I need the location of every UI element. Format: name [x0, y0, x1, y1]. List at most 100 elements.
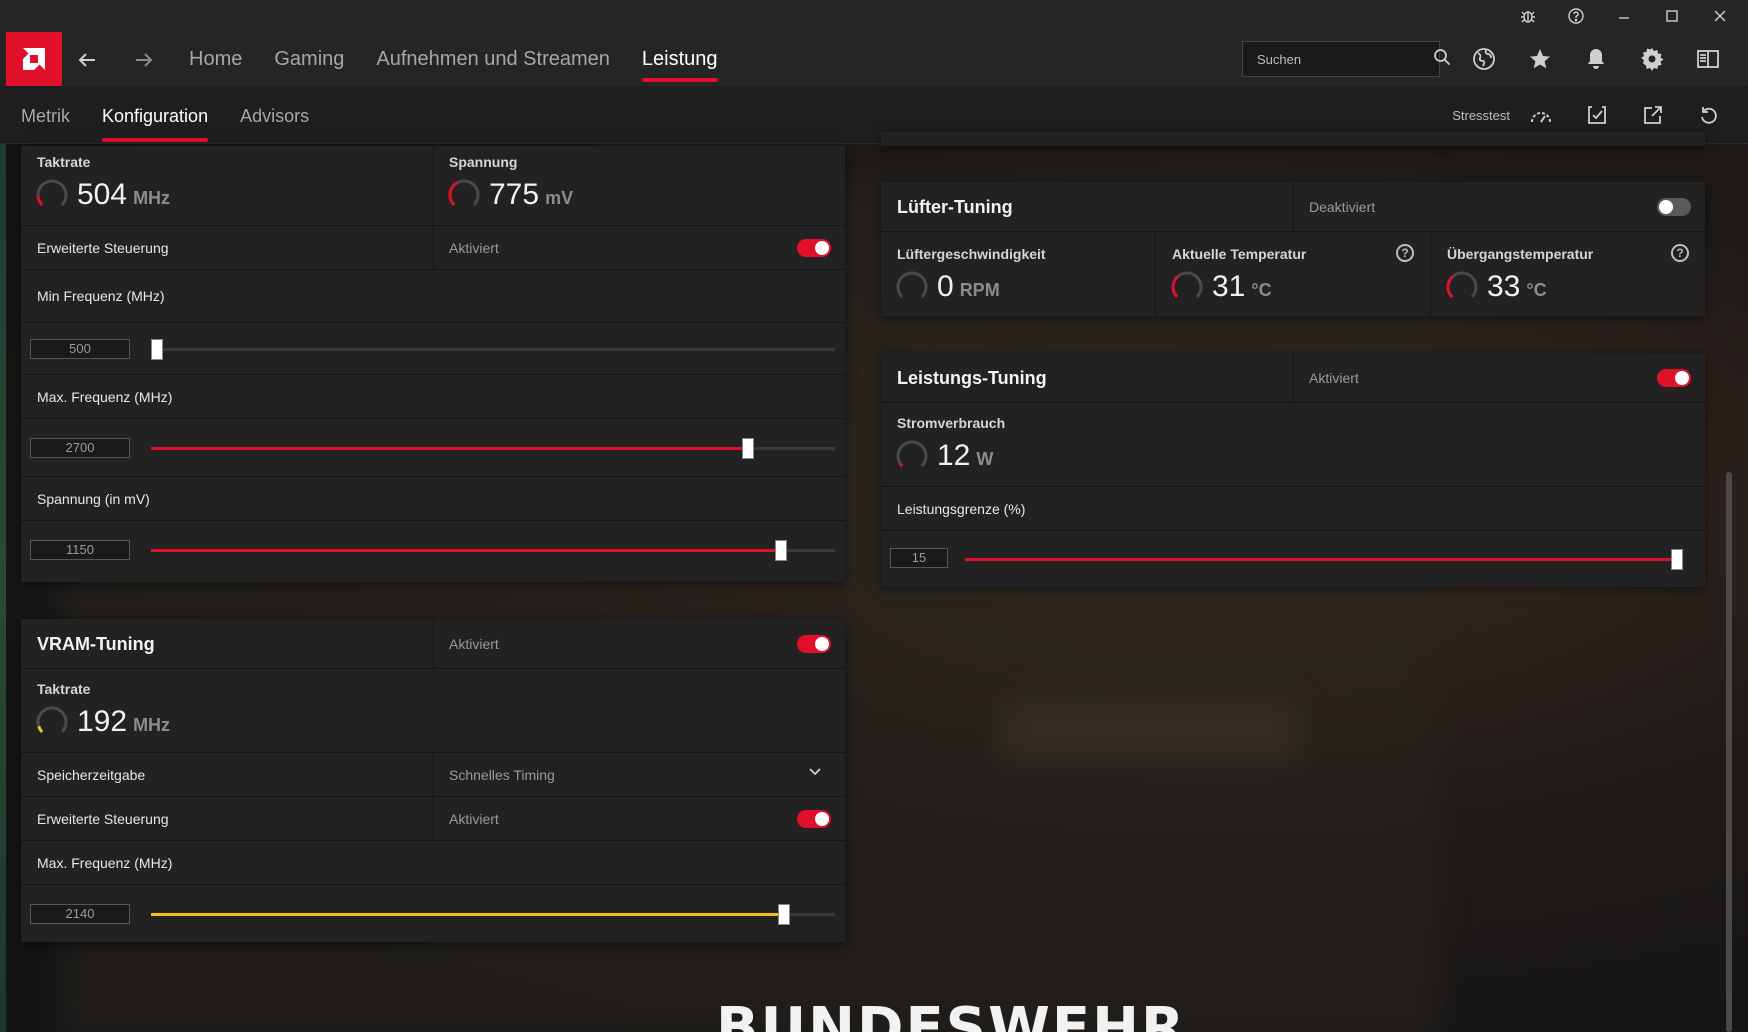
- advanced-control-row: Erweiterte Steuerung Aktiviert: [21, 226, 845, 270]
- settings-gear-icon[interactable]: [1638, 45, 1666, 73]
- min-freq-header: Min Frequenz (MHz): [21, 270, 845, 323]
- chevron-down-icon[interactable]: [807, 763, 823, 784]
- tab-configuration[interactable]: Konfiguration: [102, 86, 209, 144]
- current-temp-metric: 31 °C: [1170, 270, 1272, 304]
- stresstest-gauge-icon[interactable]: [1528, 102, 1554, 128]
- min-freq-slider[interactable]: [151, 339, 835, 360]
- power-limit-fill: [965, 558, 1683, 561]
- vram-max-freq-thumb[interactable]: [777, 904, 790, 925]
- power-title: Leistungs-Tuning: [897, 368, 1047, 388]
- vram-max-freq-fill: [151, 913, 784, 916]
- junction-temp-value: 33: [1487, 270, 1521, 303]
- power-limit-thumb[interactable]: [1671, 549, 1683, 570]
- fan-speed-gauge-icon: [896, 271, 928, 298]
- tab-advisors[interactable]: Advisors: [240, 86, 309, 144]
- bell-icon[interactable]: [1582, 45, 1610, 73]
- clock-unit: MHz: [133, 188, 171, 208]
- tab-gaming[interactable]: Gaming: [274, 32, 344, 86]
- vram-toggle[interactable]: [797, 635, 831, 653]
- search-input[interactable]: [1257, 51, 1433, 67]
- fan-metrics-row: Lüftergeschwindigkeit 0 RPM Aktuelle Tem…: [881, 232, 1705, 316]
- fan-speed-value: 0: [937, 270, 954, 303]
- advanced-control-toggle[interactable]: [797, 239, 831, 257]
- forward-arrow-icon[interactable]: [130, 46, 158, 74]
- fan-tuning-panel: Lüfter-Tuning Deaktiviert Lüftergeschwin…: [881, 182, 1705, 316]
- voltage-slider-row: 1150: [21, 521, 845, 582]
- export-icon[interactable]: [1640, 102, 1666, 128]
- power-limit-input[interactable]: 15: [890, 548, 948, 568]
- apply-changes-icon[interactable]: [1584, 102, 1610, 128]
- vram-max-freq-header: Max. Frequenz (MHz): [21, 841, 845, 885]
- stresstest-label[interactable]: Stresstest: [1452, 108, 1510, 123]
- junction-temp-gauge-icon: [1446, 271, 1478, 298]
- voltage-slider-header: Spannung (in mV): [21, 477, 845, 521]
- voltage-slider-input[interactable]: 1150: [30, 540, 130, 560]
- memory-timing-row[interactable]: Speicherzeitgabe Schnelles Timing: [21, 753, 845, 797]
- tab-record-stream[interactable]: Aufnehmen und Streamen: [376, 32, 610, 86]
- sidebar-panel-icon[interactable]: [1694, 45, 1722, 73]
- search-box[interactable]: [1242, 41, 1451, 77]
- fan-header-row: Lüfter-Tuning Deaktiviert: [881, 182, 1705, 232]
- tab-metrics[interactable]: Metrik: [21, 86, 70, 144]
- bug-icon[interactable]: [1516, 4, 1540, 28]
- junction-temp-label: Übergangstemperatur: [1447, 246, 1594, 262]
- vram-header-row: VRAM-Tuning Aktiviert: [21, 619, 845, 669]
- current-temp-gauge-icon: [1171, 271, 1203, 298]
- scrollbar[interactable]: [1726, 472, 1732, 1032]
- max-freq-input[interactable]: 2700: [30, 438, 130, 458]
- tab-home[interactable]: Home: [189, 32, 242, 86]
- voltage-gauge-icon: [448, 179, 480, 206]
- background-text: BUNDESWEHR: [716, 996, 1187, 1032]
- power-toggle[interactable]: [1657, 369, 1691, 387]
- voltage-metric: 775 mV: [447, 178, 573, 212]
- search-icon[interactable]: [1433, 48, 1451, 71]
- vram-max-freq-input[interactable]: 2140: [30, 904, 130, 924]
- gauge-track: [36, 706, 68, 733]
- fan-speed-label: Lüftergeschwindigkeit: [897, 246, 1046, 262]
- max-freq-thumb[interactable]: [742, 438, 755, 459]
- vram-title: VRAM-Tuning: [37, 634, 155, 654]
- left-background-edge: [0, 140, 6, 1032]
- advanced-control-status: Aktiviert: [449, 240, 499, 256]
- power-limit-slider[interactable]: [965, 549, 1683, 570]
- memory-timing-value[interactable]: Schnelles Timing: [449, 767, 555, 783]
- voltage-slider[interactable]: [151, 540, 835, 561]
- power-tuning-panel: Leistungs-Tuning Aktiviert Stromverbrauc…: [881, 353, 1705, 587]
- power-consumption-label: Stromverbrauch: [897, 415, 1006, 431]
- gpu-metrics-row: Taktrate 504 MHz Spannung 775 mV: [21, 146, 845, 226]
- back-arrow-icon[interactable]: [73, 46, 101, 74]
- minimize-icon[interactable]: [1612, 4, 1636, 28]
- help-icon[interactable]: [1564, 4, 1588, 28]
- star-icon[interactable]: [1526, 45, 1554, 73]
- fan-speed-metric: 0 RPM: [895, 270, 1000, 304]
- voltage-value: 775: [489, 178, 540, 211]
- junction-temp-help-icon[interactable]: ?: [1671, 244, 1689, 262]
- power-header-row: Leistungs-Tuning Aktiviert: [881, 353, 1705, 403]
- upper-right-panel-edge: [881, 132, 1705, 146]
- max-freq-fill: [151, 447, 749, 450]
- reset-icon[interactable]: [1696, 102, 1722, 128]
- amd-logo[interactable]: [6, 32, 62, 86]
- clock-label: Taktrate: [37, 154, 91, 170]
- globe-icon[interactable]: [1470, 45, 1498, 73]
- clock-metric: 504 MHz: [35, 178, 170, 212]
- max-freq-slider[interactable]: [151, 438, 835, 459]
- power-limit-label: Leistungsgrenze (%): [897, 501, 1026, 517]
- min-freq-thumb[interactable]: [151, 339, 163, 360]
- vram-metrics-row: Taktrate 192 MHz: [21, 669, 845, 753]
- vram-advanced-label: Erweiterte Steuerung: [37, 811, 169, 827]
- vram-status: Aktiviert: [449, 636, 499, 652]
- vram-max-freq-slider[interactable]: [151, 904, 835, 925]
- close-icon[interactable]: [1708, 4, 1732, 28]
- vram-advanced-toggle[interactable]: [797, 810, 831, 828]
- vram-clock-value: 192: [77, 705, 128, 738]
- min-freq-input[interactable]: 500: [30, 339, 130, 359]
- vram-max-freq-label: Max. Frequenz (MHz): [37, 855, 173, 871]
- voltage-unit: mV: [545, 188, 574, 208]
- current-temp-help-icon[interactable]: ?: [1396, 244, 1414, 262]
- fan-toggle[interactable]: [1657, 198, 1691, 216]
- maximize-icon[interactable]: [1660, 4, 1684, 28]
- tab-performance[interactable]: Leistung: [641, 32, 718, 86]
- clock-gauge-icon: [36, 179, 68, 206]
- voltage-slider-thumb[interactable]: [774, 540, 787, 561]
